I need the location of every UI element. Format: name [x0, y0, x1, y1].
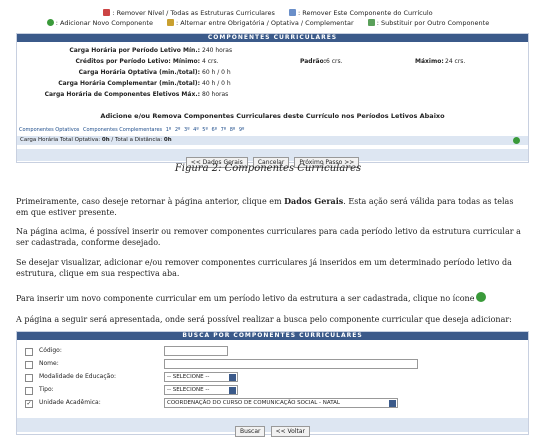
- tab-period-1[interactable]: 1º: [166, 127, 172, 133]
- chevron-down-icon: [389, 399, 396, 407]
- tab-optional[interactable]: Componentes Optativos: [19, 127, 79, 133]
- search-row-unit: ✓ Unidade Acadêmica: COORDENAÇÃO DO CURS…: [17, 398, 528, 409]
- components-button-bar: << Dados Gerais Cancelar Próximo Passo >…: [17, 149, 528, 168]
- paragraph-4: Para inserir um novo componente curricul…: [16, 292, 527, 304]
- unit-label: Unidade Acadêmica:: [39, 399, 101, 406]
- search-button[interactable]: Buscar: [234, 426, 266, 437]
- modality-select[interactable]: -- SELECIONE --: [164, 372, 238, 382]
- back-button[interactable]: << Voltar: [270, 426, 311, 437]
- search-row-code: Código:: [17, 346, 528, 357]
- search-button-bar: Buscar << Voltar: [17, 418, 528, 437]
- tab-period-5[interactable]: 5º: [202, 127, 208, 133]
- total-workload-bar: Carga Horária Total Optativa: 0h / Total…: [17, 136, 528, 145]
- tab-period-7[interactable]: 7º: [221, 127, 227, 133]
- components-panel-title: COMPONENTES CURRICULARES: [17, 34, 528, 42]
- remove-component-icon: [289, 9, 296, 16]
- legend-toggle-type: : Alternar entre Obrigatória / Optativa …: [176, 19, 354, 27]
- distance-value: 0h: [163, 137, 172, 143]
- type-value: -- SELECIONE --: [167, 387, 210, 393]
- p4-text: Para inserir um novo componente curricul…: [16, 294, 475, 303]
- total-label: Carga Horária Total Optativa:: [20, 137, 101, 143]
- search-row-name: Nome:: [17, 359, 528, 370]
- components-panel: COMPONENTES CURRICULARES Carga Horária p…: [16, 33, 529, 168]
- complementary-value: 40 h / 0 h: [202, 80, 231, 87]
- type-checkbox[interactable]: [25, 387, 33, 395]
- standard-label: Padrão:: [300, 58, 327, 65]
- name-label: Nome:: [39, 360, 59, 367]
- paragraph-5: A página a seguir será apresentada, onde…: [16, 315, 512, 324]
- min-workload-value: 240 horas: [202, 47, 233, 54]
- paragraph-2: Na página acima, é possível inserir ou r…: [16, 227, 521, 247]
- legend-remove-level: : Remover Nível / Todas as Estruturas Cu…: [112, 9, 275, 17]
- chevron-down-icon: [229, 373, 236, 381]
- code-checkbox[interactable]: [25, 348, 33, 356]
- tab-period-2[interactable]: 2º: [175, 127, 181, 133]
- legend-remove-component: : Remover Este Componente do Currículo: [298, 9, 433, 17]
- total-value: 0h: [101, 137, 110, 143]
- optional-value: 60 h / 0 h: [202, 69, 231, 76]
- paragraph-1: Primeiramente, caso deseje retornar à pá…: [16, 196, 527, 218]
- max-value: 24 crs.: [445, 58, 466, 65]
- toggle-type-icon: [167, 19, 175, 26]
- legend-add-component: : Adicionar Novo Componente: [55, 19, 153, 27]
- tab-complementary[interactable]: Componentes Complementares: [83, 127, 162, 133]
- tab-period-6[interactable]: 6º: [211, 127, 217, 133]
- modality-checkbox[interactable]: [25, 374, 33, 382]
- add-component-icon: [476, 292, 487, 302]
- legend-row-1: : Remover Nível / Todas as Estruturas Cu…: [0, 9, 536, 17]
- unit-select[interactable]: COORDENAÇÃO DO CURSO DE COMUNICAÇÃO SOCI…: [164, 398, 398, 408]
- unit-checkbox[interactable]: ✓: [25, 400, 33, 408]
- name-input[interactable]: [164, 359, 418, 369]
- period-tabs: Componentes Optativos Componentes Comple…: [19, 127, 246, 133]
- search-panel: BUSCA POR COMPONENTES CURRICULARES Códig…: [16, 331, 529, 437]
- max-label: Máximo:: [415, 58, 444, 65]
- search-panel-title: BUSCA POR COMPONENTES CURRICULARES: [17, 332, 528, 340]
- figure-caption: Figura 2: Componentes Curriculares: [174, 163, 362, 174]
- optional-label: Carga Horária Optativa (min./total):: [78, 69, 200, 76]
- unit-value: COORDENAÇÃO DO CURSO DE COMUNICAÇÃO SOCI…: [167, 400, 340, 406]
- credits-min-value: 4 crs.: [202, 58, 219, 65]
- type-label: Tipo:: [39, 386, 54, 393]
- add-component-icon: [46, 19, 54, 26]
- legend-substitute: : Substituir por Outro Componente: [376, 19, 490, 27]
- remove-level-icon: [103, 9, 111, 16]
- substitute-icon: [367, 19, 375, 26]
- modality-value: -- SELECIONE --: [167, 374, 210, 380]
- p1-text-a: Primeiramente, caso deseje retornar à pá…: [16, 197, 285, 206]
- search-row-modality: Modalidade de Educação: -- SELECIONE --: [17, 372, 528, 383]
- complementary-label: Carga Horária Complementar (min./total):: [58, 80, 200, 87]
- paragraph-3: Se desejar visualizar, adicionar e/ou re…: [16, 258, 512, 278]
- tab-period-3[interactable]: 3º: [184, 127, 190, 133]
- tab-period-4[interactable]: 4º: [193, 127, 199, 133]
- legend-row-2: : Adicionar Novo Componente : Alternar e…: [0, 19, 536, 27]
- modality-label: Modalidade de Educação:: [39, 373, 117, 380]
- distance-label: / Total a Distância:: [111, 137, 163, 143]
- components-subtitle: Adicione e/ou Remova Componentes Curricu…: [100, 112, 445, 120]
- standard-value: 6 crs.: [326, 58, 343, 65]
- tab-period-9[interactable]: 9º: [239, 127, 245, 133]
- elective-label: Carga Horária de Componentes Eletivos Má…: [44, 91, 200, 98]
- name-checkbox[interactable]: [25, 361, 33, 369]
- min-workload-label: Carga Horária por Período Letivo Mín.:: [69, 47, 200, 54]
- elective-value: 80 horas: [202, 91, 229, 98]
- tab-period-8[interactable]: 8º: [230, 127, 236, 133]
- chevron-down-icon: [229, 386, 236, 394]
- search-row-type: Tipo: -- SELECIONE --: [17, 385, 528, 396]
- credits-label: Créditos por Período Letivo: Mínimo:: [75, 58, 200, 65]
- add-component-icon[interactable]: [513, 137, 520, 144]
- code-label: Código:: [39, 347, 62, 354]
- p1-bold: Dados Gerais: [284, 196, 344, 206]
- type-select[interactable]: -- SELECIONE --: [164, 385, 238, 395]
- code-input[interactable]: [164, 346, 228, 356]
